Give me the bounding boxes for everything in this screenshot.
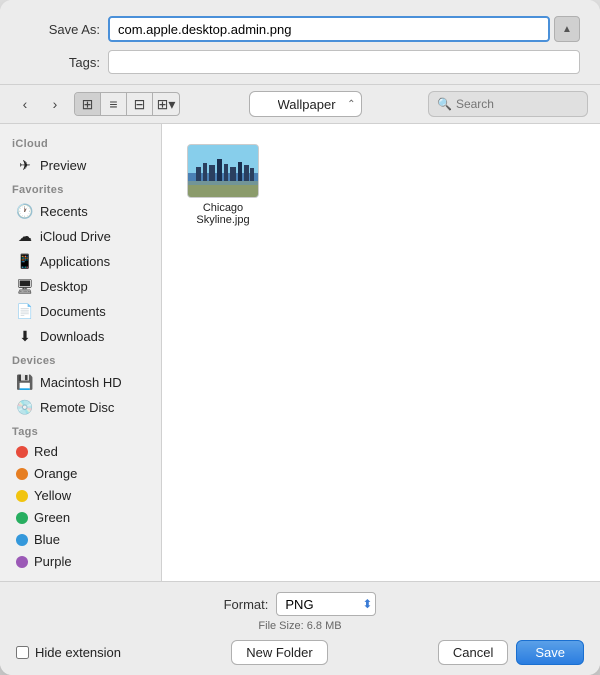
gallery-icon: ⊞▾ (157, 96, 176, 113)
filesize-row: File Size: 6.8 MB (16, 620, 584, 632)
sidebar-item-label: Applications (40, 254, 110, 269)
location-select-wrap: 📁 Wallpaper ⌃ (186, 91, 424, 117)
applications-icon: 📱 (16, 252, 34, 270)
blue-tag-dot (16, 534, 28, 546)
sidebar-item-downloads[interactable]: ⬇ Downloads (4, 324, 157, 348)
sidebar-item-label: Macintosh HD (40, 375, 122, 390)
recents-icon: 🕐 (16, 202, 34, 220)
grid-icon: ⊞ (82, 96, 94, 113)
icloud-drive-icon: ☁ (16, 227, 34, 245)
sidebar: iCloud ✈ Preview Favorites 🕐 Recents ☁ i… (0, 124, 162, 581)
columns-icon: ⊟ (134, 96, 146, 113)
file-thumbnail (187, 144, 259, 198)
icloud-section-label: iCloud (0, 132, 161, 152)
list-view-button[interactable]: ≡ (101, 93, 127, 115)
hide-extension-label[interactable]: Hide extension (16, 645, 121, 660)
sidebar-item-label: Purple (34, 554, 72, 569)
search-icon: 🔍 (437, 97, 452, 111)
hide-extension-text: Hide extension (35, 645, 121, 660)
format-select-wrap: PNG JPEG TIFF PDF GIF ⬍ (276, 592, 376, 616)
sidebar-item-label: iCloud Drive (40, 229, 111, 244)
macintosh-hd-icon: 💾 (16, 373, 34, 391)
expand-button[interactable]: ▲ (554, 16, 580, 42)
devices-section-label: Devices (0, 349, 161, 369)
save-dialog: Save As: ▲ Tags: ‹ › ⊞ ≡ ⊟ (0, 0, 600, 675)
sidebar-item-label: Green (34, 510, 70, 525)
purple-tag-dot (16, 556, 28, 568)
sidebar-item-blue[interactable]: Blue (4, 529, 157, 550)
desktop-icon: 🖥 (16, 277, 34, 295)
file-name: Chicago Skyline.jpg (182, 202, 264, 226)
tags-section-label: Tags (0, 420, 161, 440)
sidebar-item-macintosh-hd[interactable]: 💾 Macintosh HD (4, 370, 157, 394)
sidebar-item-yellow[interactable]: Yellow (4, 485, 157, 506)
forward-button[interactable]: › (42, 93, 68, 115)
sidebar-item-recents[interactable]: 🕐 Recents (4, 199, 157, 223)
top-bar: Save As: ▲ Tags: (0, 0, 600, 85)
sidebar-item-label: Preview (40, 158, 86, 173)
sidebar-item-label: Yellow (34, 488, 71, 503)
view-toggle-group: ⊞ ≡ ⊟ ⊞▾ (74, 92, 180, 116)
sidebar-item-label: Documents (40, 304, 106, 319)
icon-view-button[interactable]: ⊞ (75, 93, 101, 115)
sidebar-item-label: Blue (34, 532, 60, 547)
gallery-view-button[interactable]: ⊞▾ (153, 93, 179, 115)
column-view-button[interactable]: ⊟ (127, 93, 153, 115)
downloads-icon: ⬇ (16, 327, 34, 345)
tags-input[interactable] (108, 50, 580, 74)
favorites-section-label: Favorites (0, 178, 161, 198)
format-select[interactable]: PNG JPEG TIFF PDF GIF (276, 592, 376, 616)
filesize-label: File Size: (258, 620, 303, 632)
search-input[interactable] (456, 97, 576, 111)
main-content: iCloud ✈ Preview Favorites 🕐 Recents ☁ i… (0, 124, 600, 581)
green-tag-dot (16, 512, 28, 524)
sidebar-item-label: Remote Disc (40, 400, 114, 415)
yellow-tag-dot (16, 490, 28, 502)
orange-tag-dot (16, 468, 28, 480)
sidebar-item-green[interactable]: Green (4, 507, 157, 528)
forward-icon: › (53, 96, 58, 112)
hide-extension-checkbox[interactable] (16, 646, 29, 659)
sidebar-item-label: Desktop (40, 279, 88, 294)
sidebar-item-icloud-drive[interactable]: ☁ iCloud Drive (4, 224, 157, 248)
sidebar-item-label: Orange (34, 466, 77, 481)
sidebar-item-orange[interactable]: Orange (4, 463, 157, 484)
preview-icon: ✈ (16, 156, 34, 174)
sidebar-item-label: Downloads (40, 329, 104, 344)
back-button[interactable]: ‹ (12, 93, 38, 115)
sidebar-item-remote-disc[interactable]: 💿 Remote Disc (4, 395, 157, 419)
bottom-bar: Format: PNG JPEG TIFF PDF GIF ⬍ File Siz… (0, 581, 600, 675)
sidebar-item-preview[interactable]: ✈ Preview (4, 153, 157, 177)
sidebar-item-purple[interactable]: Purple (4, 551, 157, 572)
format-label: Format: (224, 597, 269, 612)
remote-disc-icon: 💿 (16, 398, 34, 416)
location-select[interactable]: Wallpaper (249, 91, 362, 117)
toolbar: ‹ › ⊞ ≡ ⊟ ⊞▾ 📁 Wallpaper (0, 85, 600, 124)
sidebar-item-red[interactable]: Red (4, 441, 157, 462)
search-box: 🔍 (428, 91, 588, 117)
sidebar-item-desktop[interactable]: 🖥 Desktop (4, 274, 157, 298)
filesize-value: 6.8 MB (307, 620, 342, 632)
save-as-label: Save As: (20, 22, 100, 37)
documents-icon: 📄 (16, 302, 34, 320)
back-icon: ‹ (23, 96, 28, 112)
sidebar-item-label: Recents (40, 204, 88, 219)
sidebar-item-applications[interactable]: 📱 Applications (4, 249, 157, 273)
save-as-input[interactable] (108, 16, 550, 42)
sidebar-item-label: Red (34, 444, 58, 459)
red-tag-dot (16, 446, 28, 458)
tags-label: Tags: (20, 55, 100, 70)
sidebar-item-documents[interactable]: 📄 Documents (4, 299, 157, 323)
chevron-up-icon: ▲ (562, 24, 572, 35)
file-area: Chicago Skyline.jpg (162, 124, 600, 581)
list-item[interactable]: Chicago Skyline.jpg (178, 140, 268, 230)
list-icon: ≡ (109, 96, 117, 112)
